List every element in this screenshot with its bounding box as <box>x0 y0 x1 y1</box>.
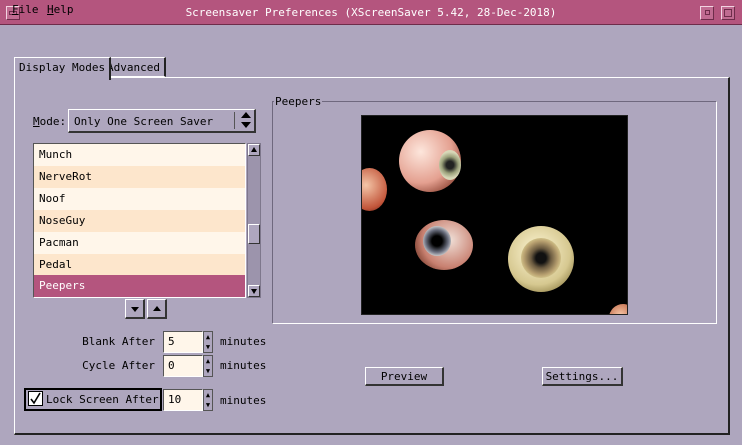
arrow-up-icon <box>153 306 161 311</box>
stepper-up-icon[interactable]: ▲ <box>204 356 212 366</box>
tab-advanced[interactable]: Advanced <box>102 57 166 77</box>
list-item[interactable]: Munch <box>34 144 245 166</box>
list-item[interactable]: NoseGuy <box>34 210 245 232</box>
lock-after-stepper[interactable]: ▲ ▼ <box>203 389 213 411</box>
lock-screen-label: Lock Screen After <box>46 393 159 406</box>
stepper-down-icon[interactable]: ▼ <box>204 342 212 352</box>
scroll-up-button[interactable] <box>248 144 260 156</box>
list-item[interactable]: Noof <box>34 188 245 210</box>
list-item-selected[interactable]: Peepers <box>34 275 245 297</box>
cycle-after-input[interactable]: 0 <box>163 355 203 377</box>
list-item[interactable]: Pedal <box>34 254 245 276</box>
tab-advanced-label: Advanced <box>107 61 160 74</box>
eyeball <box>415 220 473 270</box>
preview-area <box>361 115 628 315</box>
menu-help-rest: elp <box>53 3 74 16</box>
lock-after-unit: minutes <box>220 394 267 407</box>
cycle-after-unit: minutes <box>220 359 267 372</box>
stepper-up-icon[interactable]: ▲ <box>204 390 212 400</box>
arrow-down-icon <box>131 307 139 312</box>
stepper-down-icon[interactable]: ▼ <box>204 400 212 410</box>
list-item[interactable]: NerveRot <box>34 166 245 188</box>
preview-frame-label: Peepers <box>274 95 323 108</box>
prev-saver-button[interactable] <box>147 299 167 319</box>
menu-file-rest: ile <box>18 3 39 16</box>
eyeball <box>399 130 461 192</box>
arrow-up-icon <box>251 147 257 152</box>
up-down-arrows-icon <box>241 112 251 128</box>
menu-help[interactable]: Help <box>47 3 74 16</box>
blank-after-stepper[interactable]: ▲ ▼ <box>203 331 213 353</box>
cycle-after-stepper[interactable]: ▲ ▼ <box>203 355 213 377</box>
tab-display-modes-label: Display Modes <box>19 61 106 74</box>
settings-button[interactable]: Settings... <box>542 367 623 386</box>
menu-file-mnemonic: F <box>12 3 19 16</box>
preview-button[interactable]: Preview <box>365 367 444 386</box>
mode-label: Mode: <box>33 115 67 128</box>
checkmark-icon <box>30 392 41 405</box>
mode-dropdown-value: Only One Screen Saver <box>74 115 214 128</box>
menu-help-mnemonic: H <box>47 3 54 16</box>
next-saver-button[interactable] <box>125 299 145 319</box>
blank-after-unit: minutes <box>220 335 267 348</box>
minimize-icon[interactable] <box>700 6 714 20</box>
saver-list[interactable]: Munch NerveRot Noof NoseGuy Pacman Pedal… <box>33 143 246 298</box>
scroll-down-button[interactable] <box>248 285 260 297</box>
eyeball <box>362 168 387 211</box>
stepper-down-icon[interactable]: ▼ <box>204 366 212 376</box>
dropdown-separator <box>234 112 235 129</box>
maximize-icon[interactable] <box>721 6 735 20</box>
blank-after-input[interactable]: 5 <box>163 331 203 353</box>
eyeball <box>508 226 574 292</box>
list-item[interactable]: Pacman <box>34 232 245 254</box>
tab-display-modes[interactable]: Display Modes <box>14 57 112 80</box>
cycle-after-label: Cycle After <box>82 359 155 372</box>
scroll-thumb[interactable] <box>248 224 260 244</box>
stepper-up-icon[interactable]: ▲ <box>204 332 212 342</box>
menu-file[interactable]: File <box>12 3 39 16</box>
eyeball <box>609 304 627 314</box>
list-scrollbar[interactable] <box>247 143 261 298</box>
blank-after-label: Blank After <box>82 335 155 348</box>
lock-screen-checkbox[interactable] <box>28 391 43 406</box>
arrow-down-icon <box>251 289 257 294</box>
menu-bar <box>0 25 742 44</box>
lock-after-input[interactable]: 10 <box>163 389 203 411</box>
window-title: Screensaver Preferences (XScreenSaver 5.… <box>185 6 557 19</box>
